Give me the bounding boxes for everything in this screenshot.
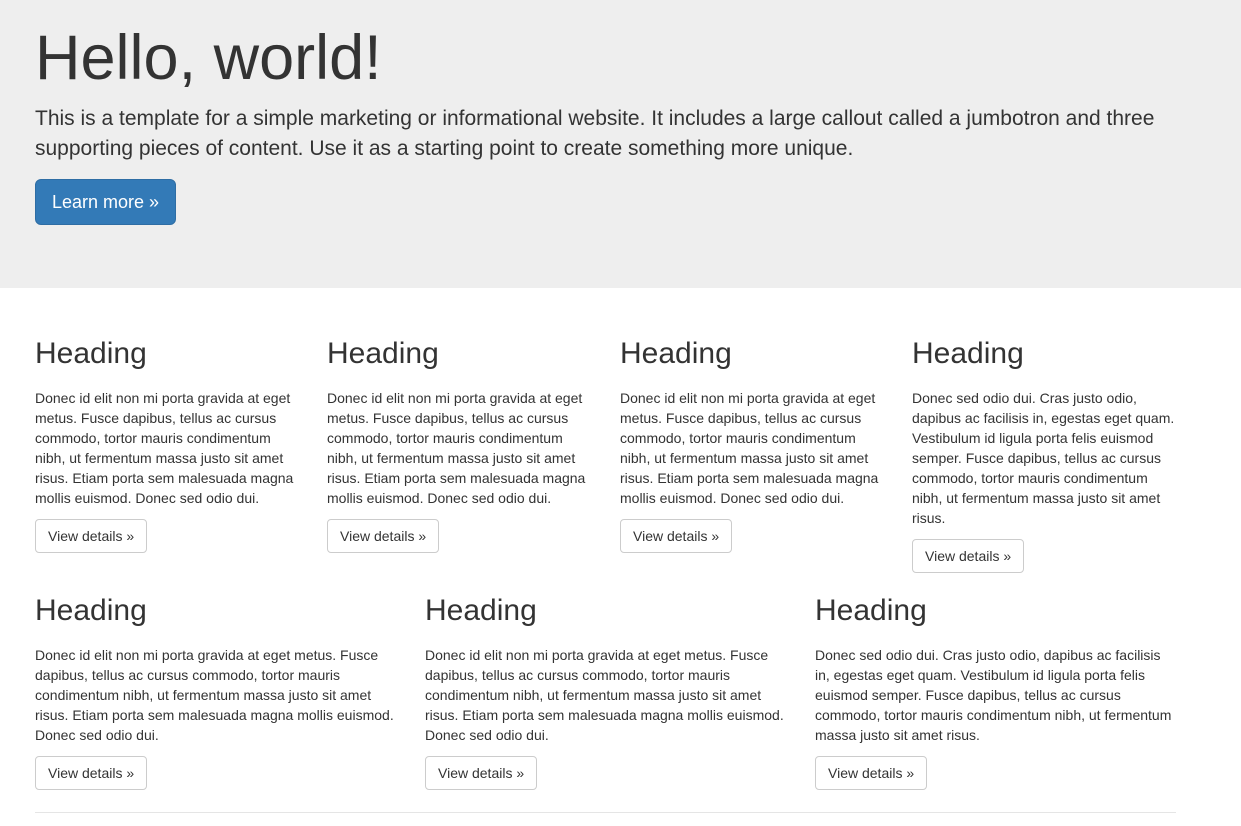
jumbotron-text: This is a template for a simple marketin… (35, 107, 1155, 160)
view-details-button[interactable]: View details » (327, 519, 440, 553)
divider (35, 812, 1176, 813)
feature-text: Donec sed odio dui. Cras justo odio, dap… (912, 390, 1175, 526)
feature-text: Donec id elit non mi porta gravida at eg… (425, 647, 784, 743)
feature-heading: Heading (35, 594, 147, 627)
feature-column-4: Heading Donec sed odio dui. Cras justo o… (912, 337, 1177, 573)
feature-heading: Heading (620, 337, 732, 370)
feature-heading: Heading (815, 594, 927, 627)
feature-text: Donec id elit non mi porta gravida at eg… (35, 390, 294, 506)
feature-text: Donec sed odio dui. Cras justo odio, dap… (815, 647, 1172, 743)
feature-column-7: Heading Donec sed odio dui. Cras justo o… (815, 594, 1175, 790)
feature-heading: Heading (425, 594, 537, 627)
feature-text: Donec id elit non mi porta gravida at eg… (327, 390, 586, 506)
view-details-button[interactable]: View details » (620, 519, 733, 553)
jumbotron-title: Hello, world! (35, 23, 382, 93)
view-details-button[interactable]: View details » (425, 756, 538, 790)
feature-column-6: Heading Donec id elit non mi porta gravi… (425, 594, 785, 790)
view-details-button[interactable]: View details » (912, 539, 1025, 573)
feature-column-2: Heading Donec id elit non mi porta gravi… (327, 337, 592, 553)
feature-text: Donec id elit non mi porta gravida at eg… (620, 390, 879, 506)
feature-column-1: Heading Donec id elit non mi porta gravi… (35, 337, 300, 553)
feature-heading: Heading (912, 337, 1024, 370)
view-details-button[interactable]: View details » (35, 519, 148, 553)
feature-heading: Heading (327, 337, 439, 370)
feature-text: Donec id elit non mi porta gravida at eg… (35, 647, 394, 743)
jumbotron: Hello, world! This is a template for a s… (0, 0, 1241, 288)
learn-more-button[interactable]: Learn more » (35, 179, 176, 225)
view-details-button[interactable]: View details » (35, 756, 148, 790)
view-details-button[interactable]: View details » (815, 756, 928, 790)
feature-column-3: Heading Donec id elit non mi porta gravi… (620, 337, 885, 553)
feature-column-5: Heading Donec id elit non mi porta gravi… (35, 594, 395, 790)
feature-heading: Heading (35, 337, 147, 370)
